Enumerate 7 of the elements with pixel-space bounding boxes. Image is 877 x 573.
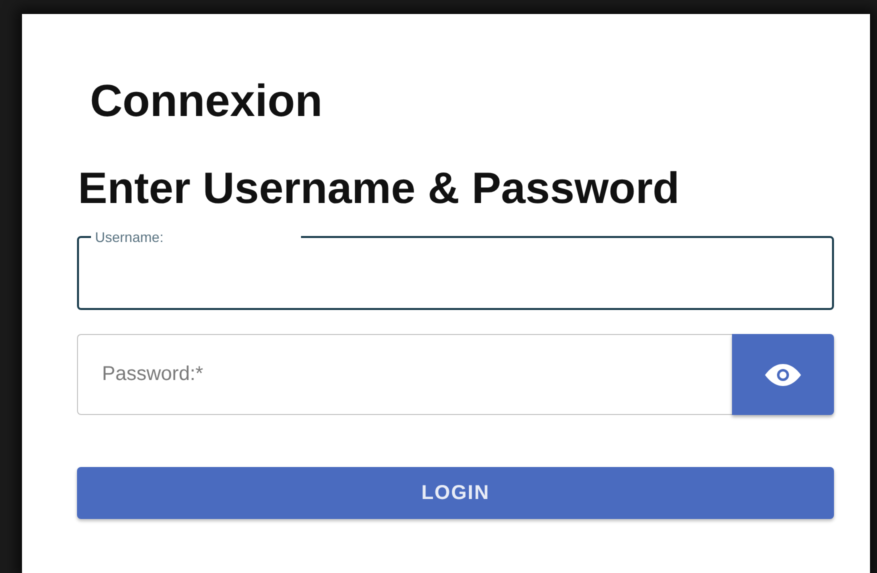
form-heading: Enter Username & Password [78,167,681,211]
eye-icon [764,362,802,388]
show-password-button[interactable] [732,334,834,415]
login-button[interactable]: LOGIN [77,467,834,519]
username-field[interactable]: Username: [77,229,834,310]
page-title: Connexion [90,78,324,123]
password-field[interactable]: Password:* [77,334,732,415]
